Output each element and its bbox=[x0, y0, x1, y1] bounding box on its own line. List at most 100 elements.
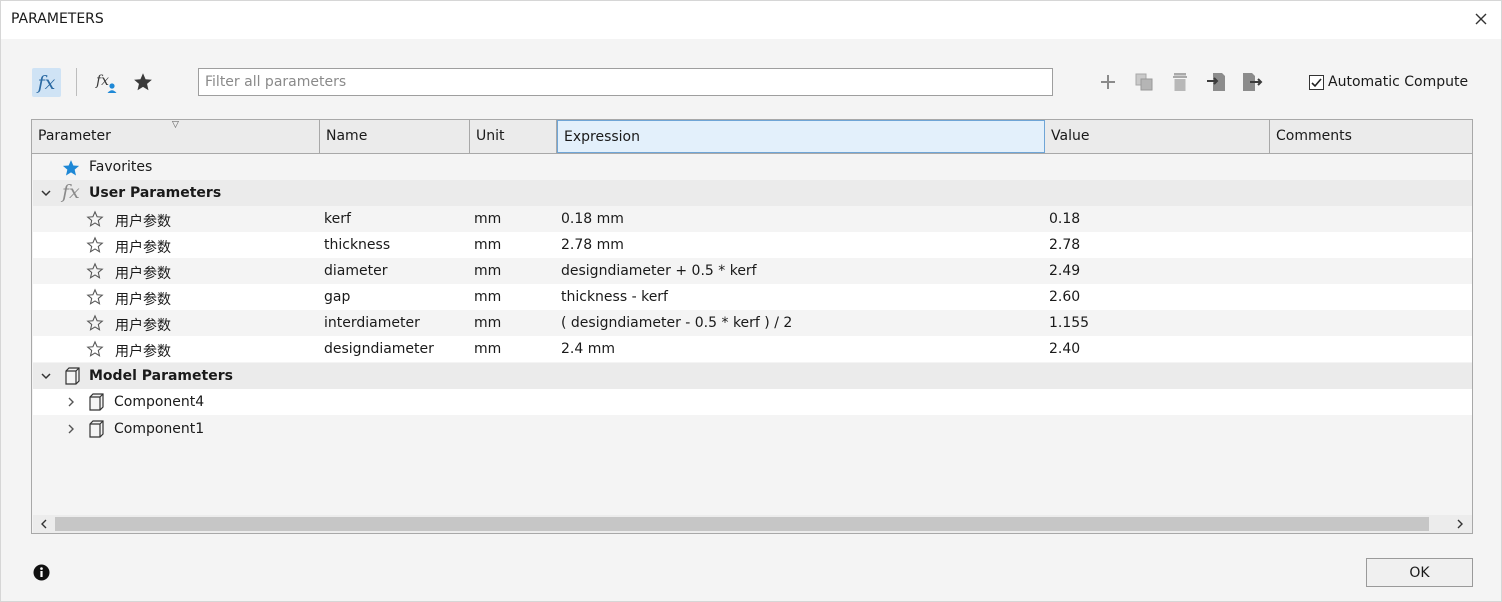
horizontal-scrollbar[interactable] bbox=[33, 515, 1472, 533]
automatic-compute-label: Automatic Compute bbox=[1328, 74, 1469, 90]
unit-cell: mm bbox=[474, 211, 502, 227]
scroll-left-icon[interactable] bbox=[37, 517, 51, 531]
value-cell: 2.60 bbox=[1049, 289, 1081, 305]
value-cell: 2.40 bbox=[1049, 341, 1081, 357]
column-header-unit[interactable]: Unit bbox=[470, 120, 557, 153]
copy-parameter-button[interactable] bbox=[1131, 68, 1157, 96]
parameters-dialog: PARAMETERS fx fx Filter all parameters A… bbox=[0, 0, 1502, 602]
unit-cell: mm bbox=[474, 263, 502, 279]
favorites-star-icon bbox=[62, 160, 80, 176]
list-item[interactable]: Component4 bbox=[33, 389, 1472, 415]
value-cell: 0.18 bbox=[1049, 211, 1081, 227]
user-parameters-group-row[interactable]: fx User Parameters bbox=[33, 180, 1472, 206]
column-header-value[interactable]: Value bbox=[1045, 120, 1270, 153]
star-icon bbox=[134, 73, 152, 91]
scroll-right-icon[interactable] bbox=[1453, 517, 1467, 531]
star-outline-icon[interactable] bbox=[86, 314, 104, 332]
expression-cell[interactable]: 2.4 mm bbox=[561, 341, 615, 357]
column-header-comments[interactable]: Comments bbox=[1270, 120, 1472, 153]
scrollbar-thumb[interactable] bbox=[55, 517, 1429, 531]
component-icon bbox=[65, 367, 80, 385]
check-icon bbox=[1311, 77, 1322, 87]
star-outline-icon[interactable] bbox=[86, 288, 104, 306]
name-cell: kerf bbox=[324, 211, 351, 227]
dialog-title: PARAMETERS bbox=[11, 11, 104, 27]
expression-cell[interactable]: designdiameter + 0.5 * kerf bbox=[561, 263, 757, 279]
info-icon[interactable] bbox=[33, 564, 50, 581]
star-outline-icon[interactable] bbox=[86, 340, 104, 358]
expression-cell[interactable]: thickness - kerf bbox=[561, 289, 668, 305]
user-parameters-label: User Parameters bbox=[89, 185, 222, 201]
unit-cell: mm bbox=[474, 289, 502, 305]
table-row[interactable]: 用户参数 designdiameter mm 2.4 mm 2.40 bbox=[33, 336, 1472, 362]
column-header-expression[interactable]: Expression bbox=[557, 120, 1045, 153]
toolbar-divider bbox=[76, 68, 77, 96]
fx-icon: fx bbox=[62, 181, 80, 203]
export-icon bbox=[1243, 73, 1263, 91]
value-cell: 2.78 bbox=[1049, 237, 1081, 253]
parameter-cell: 用户参数 bbox=[115, 240, 171, 256]
svg-text:fx: fx bbox=[95, 73, 109, 89]
ok-button[interactable]: OK bbox=[1366, 558, 1473, 587]
unit-cell: mm bbox=[474, 315, 502, 331]
parameter-cell: 用户参数 bbox=[115, 214, 171, 230]
parameter-cell: 用户参数 bbox=[115, 344, 171, 360]
import-parameters-button[interactable] bbox=[1203, 68, 1229, 96]
favorites-group-row[interactable]: Favorites bbox=[33, 154, 1472, 180]
trash-icon bbox=[1173, 73, 1187, 91]
name-cell: interdiameter bbox=[324, 315, 420, 331]
name-cell: designdiameter bbox=[324, 341, 434, 357]
delete-parameter-button[interactable] bbox=[1167, 68, 1193, 96]
name-cell: diameter bbox=[324, 263, 388, 279]
chevron-down-icon[interactable] bbox=[39, 186, 53, 200]
automatic-compute-toggle[interactable]: Automatic Compute bbox=[1309, 72, 1468, 92]
all-parameters-button[interactable]: fx bbox=[32, 68, 61, 97]
add-parameter-button[interactable] bbox=[1095, 68, 1121, 96]
expression-cell[interactable]: 0.18 mm bbox=[561, 211, 624, 227]
name-cell: thickness bbox=[324, 237, 391, 253]
table-row[interactable]: 用户参数 kerf mm 0.18 mm 0.18 bbox=[33, 206, 1472, 232]
sort-indicator-icon: ▽ bbox=[172, 120, 179, 130]
star-outline-icon[interactable] bbox=[86, 262, 104, 280]
export-parameters-button[interactable] bbox=[1239, 68, 1265, 96]
unit-cell: mm bbox=[474, 341, 502, 357]
column-header-parameter[interactable]: Parameter ▽ bbox=[32, 120, 320, 153]
automatic-compute-checkbox[interactable] bbox=[1309, 74, 1324, 90]
parameter-cell: 用户参数 bbox=[115, 266, 171, 282]
table-row[interactable]: 用户参数 interdiameter mm ( designdiameter -… bbox=[33, 310, 1472, 336]
copy-icon bbox=[1135, 73, 1153, 91]
value-cell: 2.49 bbox=[1049, 263, 1081, 279]
star-outline-icon[interactable] bbox=[86, 210, 104, 228]
component-label: Component1 bbox=[114, 421, 205, 437]
table-row[interactable]: 用户参数 diameter mm designdiameter + 0.5 * … bbox=[33, 258, 1472, 284]
parameter-cell: 用户参数 bbox=[115, 292, 171, 308]
expression-cell[interactable]: ( designdiameter - 0.5 * kerf ) / 2 bbox=[561, 315, 792, 331]
filter-parameters-input[interactable] bbox=[198, 68, 1053, 96]
value-cell: 1.155 bbox=[1049, 315, 1090, 331]
table-header: Parameter ▽ Name Unit Expression Value C… bbox=[32, 120, 1472, 154]
list-item[interactable]: Component1 bbox=[33, 416, 1472, 442]
chevron-right-icon[interactable] bbox=[64, 422, 78, 436]
parameter-cell: 用户参数 bbox=[115, 318, 171, 334]
favorites-label: Favorites bbox=[89, 159, 153, 175]
star-outline-icon[interactable] bbox=[86, 236, 104, 254]
plus-icon bbox=[1101, 75, 1115, 89]
favorites-filter-button[interactable] bbox=[129, 68, 157, 96]
component-label: Component4 bbox=[114, 394, 205, 410]
fx-icon: fx bbox=[37, 71, 56, 94]
component-icon bbox=[89, 393, 104, 411]
import-icon bbox=[1207, 73, 1225, 91]
expression-cell[interactable]: 2.78 mm bbox=[561, 237, 624, 253]
chevron-right-icon[interactable] bbox=[64, 395, 78, 409]
table-row[interactable]: 用户参数 thickness mm 2.78 mm 2.78 bbox=[33, 232, 1472, 258]
close-icon[interactable] bbox=[1471, 9, 1491, 29]
model-parameters-label: Model Parameters bbox=[89, 368, 233, 384]
table-row[interactable]: 用户参数 gap mm thickness - kerf 2.60 bbox=[33, 284, 1472, 310]
model-parameters-group-row[interactable]: Model Parameters bbox=[33, 363, 1472, 389]
unit-cell: mm bbox=[474, 237, 502, 253]
component-icon bbox=[89, 420, 104, 438]
user-parameters-filter-button[interactable]: fx bbox=[92, 68, 120, 96]
chevron-down-icon[interactable] bbox=[39, 369, 53, 383]
name-cell: gap bbox=[324, 289, 351, 305]
column-header-name[interactable]: Name bbox=[320, 120, 470, 153]
